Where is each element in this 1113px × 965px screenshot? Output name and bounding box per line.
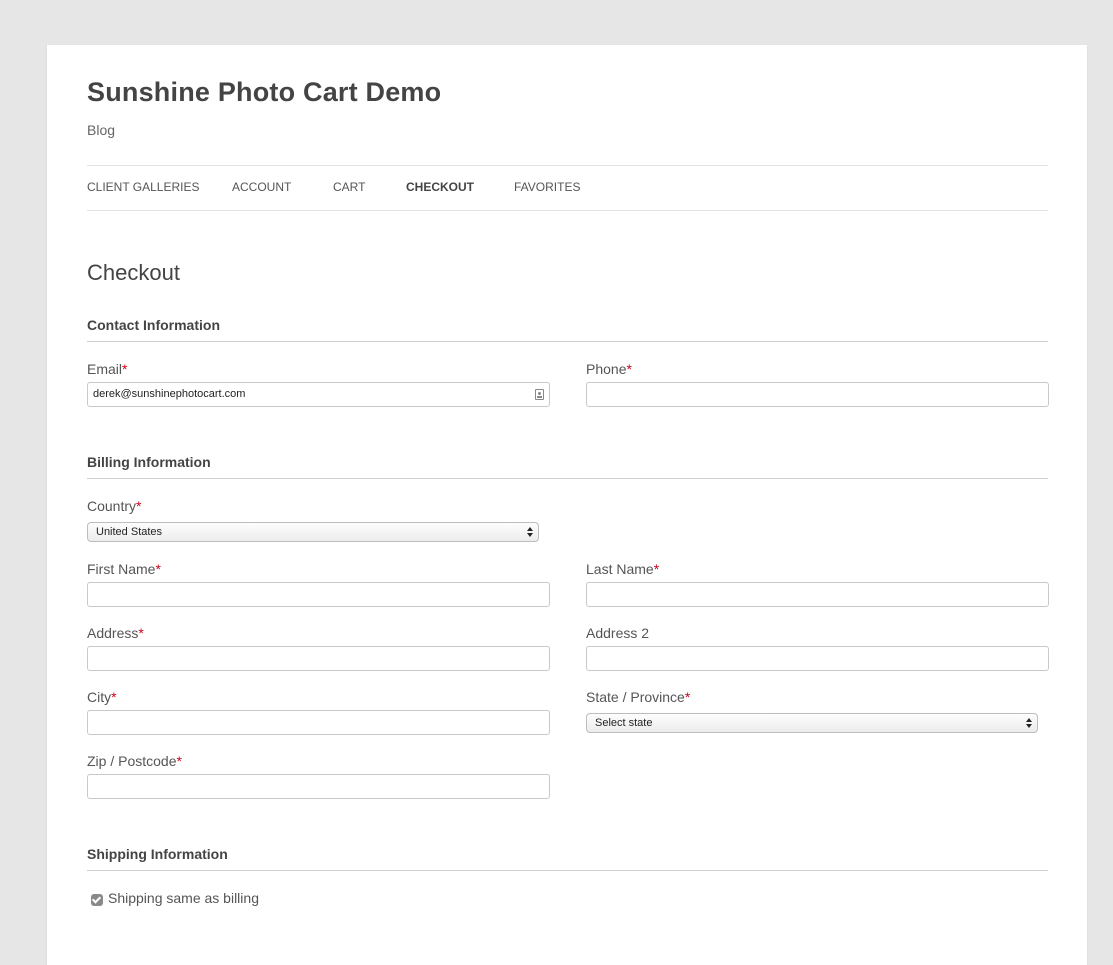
last-name-field[interactable]	[586, 582, 1049, 607]
nav-item-cart[interactable]: CART	[333, 180, 365, 194]
last-name-label: Last Name*	[586, 561, 659, 577]
required-marker: *	[626, 361, 632, 377]
email-label-text: Email	[87, 361, 123, 377]
nav-item-client-galleries[interactable]: CLIENT GALLERIES	[87, 180, 200, 194]
billing-section-title: Billing Information	[87, 454, 1048, 479]
shipping-same-checkbox[interactable]	[91, 894, 103, 906]
page-title: Checkout	[87, 260, 180, 285]
shipping-section-title: Shipping Information	[87, 846, 1048, 871]
zip-label-text: Zip / Postcode	[87, 753, 177, 769]
site-title[interactable]: Sunshine Photo Cart Demo	[87, 77, 441, 108]
required-marker: *	[138, 625, 144, 641]
contact-section-title: Contact Information	[87, 317, 1048, 342]
site-description: Blog	[87, 122, 116, 138]
address-label: Address*	[87, 625, 144, 641]
first-name-label: First Name*	[87, 561, 161, 577]
first-name-field[interactable]	[87, 582, 550, 607]
state-select-value: Select state	[595, 717, 653, 729]
address2-label: Address 2	[586, 625, 649, 641]
select-arrows-icon	[1026, 717, 1032, 729]
required-marker: *	[176, 753, 182, 769]
zip-label: Zip / Postcode*	[87, 753, 182, 769]
city-field[interactable]	[87, 710, 550, 735]
country-select[interactable]: United States	[87, 522, 539, 542]
phone-label-text: Phone	[586, 361, 627, 377]
city-label: City*	[87, 689, 117, 705]
main-navigation: CLIENT GALLERIES ACCOUNT CART CHECKOUT F…	[87, 165, 1048, 211]
zip-field[interactable]	[87, 774, 550, 799]
required-marker: *	[136, 498, 142, 514]
email-field-value: derek@sunshinephotocart.com	[93, 388, 246, 400]
required-marker: *	[122, 361, 128, 377]
required-marker: *	[684, 689, 691, 705]
state-label-text: State / Province	[586, 689, 685, 705]
email-field[interactable]: derek@sunshinephotocart.com	[87, 382, 550, 407]
select-arrows-icon	[527, 526, 533, 538]
address-field[interactable]	[87, 646, 550, 671]
address2-field[interactable]	[586, 646, 1049, 671]
address2-label-text: Address 2	[586, 625, 650, 641]
nav-item-checkout[interactable]: CHECKOUT	[406, 180, 474, 194]
phone-label: Phone*	[586, 361, 632, 377]
page-panel: Sunshine Photo Cart Demo Blog CLIENT GAL…	[47, 45, 1087, 965]
country-label: Country*	[87, 498, 141, 514]
country-label-text: Country	[87, 498, 137, 514]
email-label: Email*	[87, 361, 127, 377]
address-label-text: Address	[87, 625, 139, 641]
phone-field[interactable]	[586, 382, 1049, 407]
last-name-label-text: Last Name	[586, 561, 654, 577]
city-label-text: City	[87, 689, 112, 705]
contact-card-icon[interactable]	[535, 389, 544, 400]
required-marker: *	[653, 561, 660, 577]
state-select[interactable]: Select state	[586, 713, 1038, 733]
first-name-label-text: First Name	[87, 561, 156, 577]
country-select-value: United States	[96, 526, 163, 538]
shipping-same-label[interactable]: Shipping same as billing	[108, 890, 259, 906]
required-marker: *	[155, 561, 161, 577]
state-label: State / Province*	[586, 689, 690, 705]
nav-item-account[interactable]: ACCOUNT	[232, 180, 291, 194]
nav-item-favorites[interactable]: FAVORITES	[514, 180, 580, 194]
required-marker: *	[111, 689, 117, 705]
